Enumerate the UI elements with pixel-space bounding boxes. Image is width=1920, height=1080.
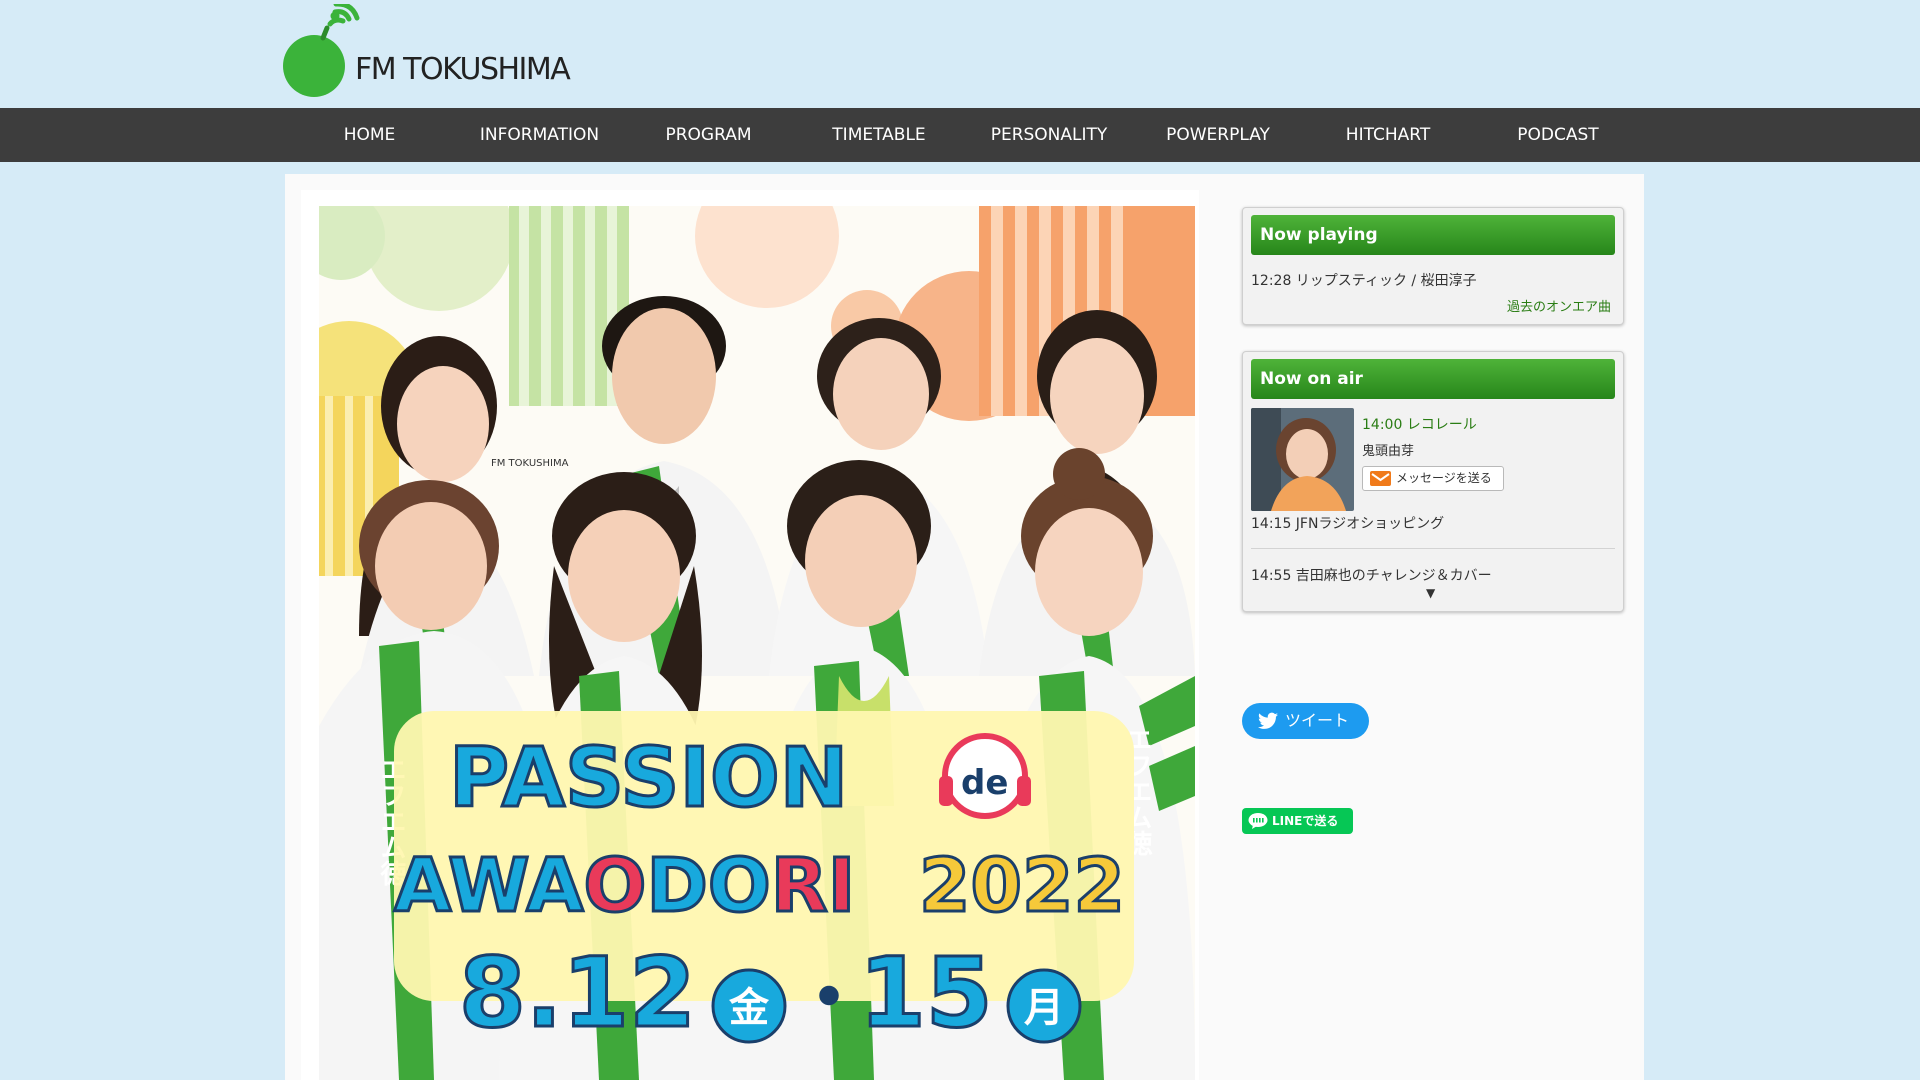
send-message-label: メッセージを送る bbox=[1396, 471, 1492, 485]
twitter-bird-icon bbox=[1258, 712, 1278, 729]
date-end: 15 bbox=[859, 937, 993, 1049]
date-separator: ・ bbox=[789, 952, 869, 1045]
now-playing-box: Now playing 12:28 リップスティック / 桜田淳子 過去のオンエ… bbox=[1242, 207, 1624, 325]
next-program-2[interactable]: 14:55 吉田麻也のチャレンジ＆カバー bbox=[1251, 565, 1492, 585]
nav-item-program[interactable]: PROGRAM bbox=[641, 108, 776, 162]
day-start: 金 bbox=[728, 985, 770, 1031]
day-end: 月 bbox=[1024, 985, 1064, 1031]
site-logo[interactable]: FM TOKUSHIMA bbox=[283, 4, 613, 100]
line-share-label: LINEで送る bbox=[1272, 814, 1339, 828]
nav-item-information[interactable]: INFORMATION bbox=[463, 108, 616, 162]
tweet-button[interactable]: ツイート bbox=[1242, 703, 1369, 739]
title-de: de bbox=[961, 763, 1008, 803]
line-share-button[interactable]: LINEで送る bbox=[1242, 808, 1353, 834]
box-divider bbox=[1251, 548, 1615, 549]
site-header: FM TOKUSHIMA bbox=[0, 0, 1920, 108]
next-program-1[interactable]: 14:15 JFNラジオショッピング bbox=[1251, 513, 1444, 533]
logo-text: FM TOKUSHIMA bbox=[355, 52, 571, 87]
past-onair-link[interactable]: 過去のオンエア曲 bbox=[1507, 296, 1611, 315]
title-passion: PASSION bbox=[449, 731, 848, 826]
title-year: 2022 bbox=[919, 843, 1125, 929]
now-on-air-heading: Now on air bbox=[1251, 359, 1615, 399]
nav-item-hitchart[interactable]: HITCHART bbox=[1318, 108, 1458, 162]
onair-current-program[interactable]: 14:00 レコレール bbox=[1362, 414, 1477, 434]
line-chat-icon bbox=[1248, 813, 1268, 829]
title-awaodori: AWAODORI bbox=[394, 843, 855, 929]
poster-title: PASSION de AWAODORI 2022 8.12 金 ・ 15 月 bbox=[393, 711, 1134, 1051]
happi-logo-text: FM TOKUSHIMA bbox=[491, 458, 569, 469]
tweet-label: ツイート bbox=[1285, 711, 1350, 730]
expand-arrow-icon[interactable]: ▼ bbox=[1426, 586, 1435, 600]
envelope-icon bbox=[1370, 471, 1391, 486]
main-nav: HOME INFORMATION PROGRAM TIMETABLE PERSO… bbox=[0, 108, 1920, 162]
nav-item-personality[interactable]: PERSONALITY bbox=[978, 108, 1120, 162]
onair-personality-name: 鬼頭由芽 bbox=[1362, 444, 1415, 459]
awaodori-promo-banner[interactable]: エフエム徳 エフエム徳 FM TOKUSHIMA PASSION de AWAO… bbox=[319, 206, 1195, 1080]
now-playing-track: 12:28 リップスティック / 桜田淳子 bbox=[1251, 273, 1477, 289]
now-playing-heading: Now playing bbox=[1251, 215, 1615, 255]
send-message-button[interactable]: メッセージを送る bbox=[1362, 466, 1504, 491]
nav-item-timetable[interactable]: TIMETABLE bbox=[810, 108, 948, 162]
personality-photo-icon bbox=[1251, 408, 1354, 511]
nav-item-podcast[interactable]: PODCAST bbox=[1490, 108, 1626, 162]
promo-poster-illustration: エフエム徳 エフエム徳 FM TOKUSHIMA PASSION de AWAO… bbox=[319, 206, 1195, 1080]
personality-photo[interactable] bbox=[1251, 408, 1354, 511]
nav-item-home[interactable]: HOME bbox=[302, 108, 437, 162]
now-on-air-box: Now on air 14:00 レコレール 鬼頭由芽 メッセージを送る 14:… bbox=[1242, 351, 1624, 612]
date-start: 8.12 bbox=[459, 937, 696, 1049]
nav-item-powerplay[interactable]: POWERPLAY bbox=[1148, 108, 1288, 162]
